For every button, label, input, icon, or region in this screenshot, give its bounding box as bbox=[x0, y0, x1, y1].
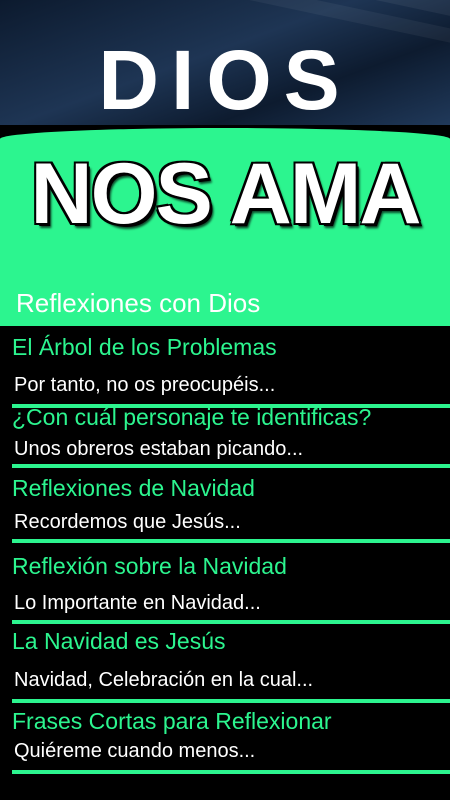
item-title: ¿Con cuál personaje te identificas? bbox=[12, 404, 372, 430]
item-title: Reflexiones de Navidad bbox=[12, 475, 255, 501]
item-title: La Navidad es Jesús bbox=[12, 628, 226, 654]
list-item[interactable]: La Navidad es Jesús Navidad, Celebración… bbox=[0, 628, 450, 710]
item-title: El Árbol de los Problemas bbox=[12, 334, 277, 360]
list-item[interactable]: Reflexión sobre la Navidad Lo Importante… bbox=[0, 553, 450, 633]
item-divider bbox=[12, 699, 450, 703]
item-excerpt: Quiéreme cuando menos... bbox=[14, 740, 256, 762]
item-excerpt: Recordemos que Jesús... bbox=[14, 511, 241, 533]
item-divider bbox=[12, 620, 450, 624]
item-divider bbox=[12, 539, 450, 543]
item-divider bbox=[12, 464, 450, 468]
item-excerpt: Por tanto, no os preocupéis... bbox=[14, 374, 276, 396]
item-title: Reflexión sobre la Navidad bbox=[12, 553, 287, 579]
app-title-bottom: NOS AMA bbox=[30, 146, 422, 242]
list-item[interactable]: El Árbol de los Problemas Por tanto, no … bbox=[0, 334, 450, 410]
list-item[interactable]: Reflexiones de Navidad Recordemos que Je… bbox=[0, 475, 450, 553]
section-header-label: Reflexiones con Dios bbox=[16, 288, 261, 318]
item-title: Frases Cortas para Reflexionar bbox=[12, 708, 332, 734]
list-item[interactable]: Frases Cortas para Reflexionar Quiéreme … bbox=[0, 708, 450, 778]
item-excerpt: Navidad, Celebración en la cual... bbox=[14, 669, 314, 691]
item-divider bbox=[12, 770, 450, 774]
item-excerpt: Unos obreros estaban picando... bbox=[14, 438, 304, 460]
app-title-top: DIOS bbox=[98, 33, 352, 127]
item-excerpt: Lo Importante en Navidad... bbox=[14, 592, 261, 614]
section-header: Reflexiones con Dios bbox=[0, 280, 450, 326]
list-item[interactable]: ¿Con cuál personaje te identificas? Unos… bbox=[0, 404, 450, 472]
